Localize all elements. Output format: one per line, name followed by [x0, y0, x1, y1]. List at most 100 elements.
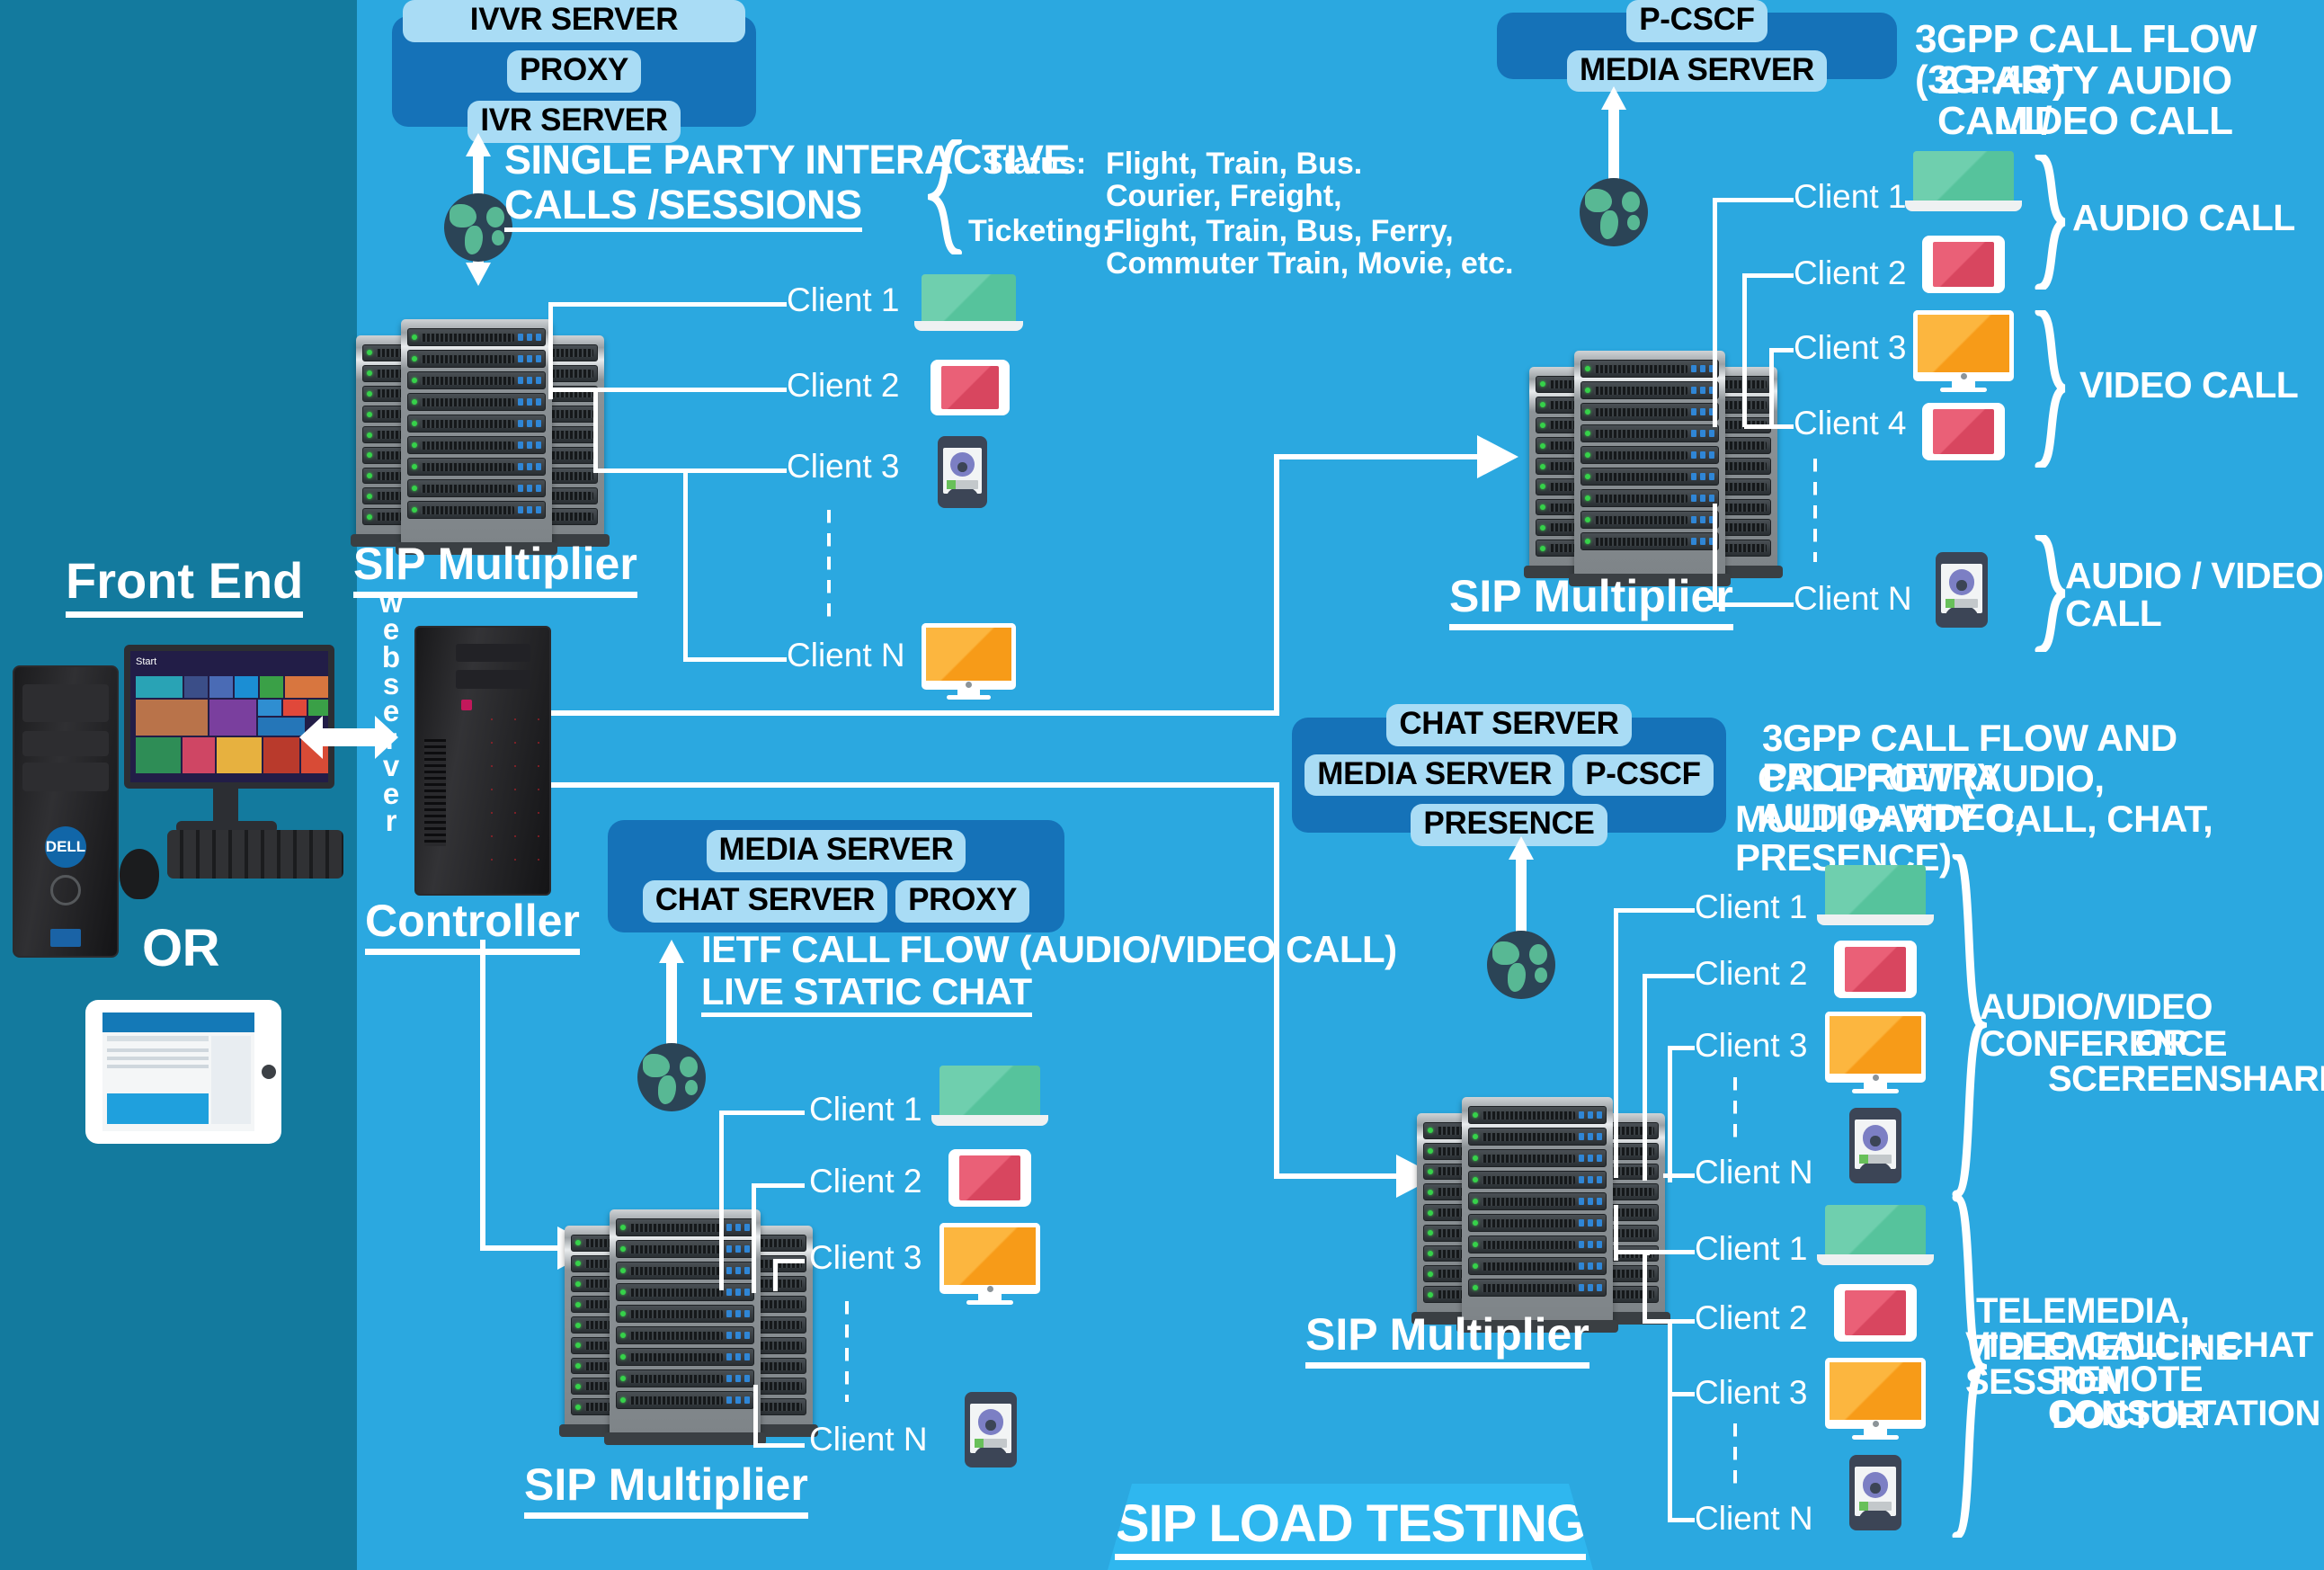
- single-party-flow-label-line2: CALLS /SESSIONS: [504, 184, 862, 232]
- ivvr-server-box: IVVR SERVER PROXY IVR SERVER: [392, 0, 756, 143]
- notes-ticketing-value-1: Flight, Train, Bus, Ferry,: [1106, 214, 1454, 248]
- sip-multiplier-title-bottomright: SIP Multiplier: [1305, 1308, 1589, 1369]
- media-chat-proxy-server-box: MEDIA SERVER CHAT SERVER PROXY: [608, 820, 1064, 932]
- pill-proxy[interactable]: PROXY: [506, 50, 642, 93]
- pcscf-media-server-box: P-CSCF MEDIA SERVER: [1497, 0, 1897, 93]
- client-ellipsis-dashes: [827, 510, 831, 618]
- connector-line: [719, 1111, 724, 1290]
- pill-p-cscf-br[interactable]: P-CSCF: [1572, 754, 1714, 797]
- client-label-br-lower-N: Client N: [1695, 1500, 1813, 1537]
- connector-line: [1643, 1253, 1647, 1321]
- ietf-flow-label-line1: IETF CALL FLOW (AUDIO/VIDEO CALL): [701, 928, 1397, 970]
- sip-multiplier-rack-topleft: [351, 319, 620, 555]
- client-label-topleft-N: Client N: [787, 637, 905, 673]
- connector-line: [1769, 348, 1794, 352]
- controller-to-topright-line: [551, 710, 1279, 716]
- client-ellipsis-dashes: [845, 1301, 849, 1402]
- client-label-bottomleft-2: Client 2: [809, 1163, 922, 1200]
- device-tablet-br-lower: [1834, 1284, 1917, 1342]
- device-monitor-topleft: [922, 623, 1016, 700]
- connector-line: [1713, 602, 1794, 607]
- pill-proxy-bl[interactable]: PROXY: [895, 880, 1030, 923]
- sip-load-testing-label: SIP LOAD TESTING: [1114, 1494, 1587, 1560]
- pill-chat-server-br[interactable]: CHAT SERVER: [1386, 703, 1632, 746]
- ietf-flow-label-line2: LIVE STATIC CHAT: [701, 972, 1032, 1017]
- client-label-br-upper-2: Client 2: [1695, 955, 1808, 992]
- front-end-or-label: OR: [142, 919, 220, 977]
- device-phone-br-upper: [1849, 1108, 1901, 1183]
- sip-multiplier-rack-bottomleft: [559, 1209, 829, 1445]
- brace-label-av-conference-3: SCEREENSHARE: [2048, 1059, 2324, 1099]
- connector-line: [548, 302, 553, 399]
- device-laptop-topright: [1905, 151, 2022, 219]
- device-phone-bottomleft: [965, 1392, 1017, 1467]
- connector-line: [719, 1111, 805, 1115]
- controller-to-bottomleft-line: [480, 1245, 561, 1251]
- connector-line: [1744, 424, 1794, 429]
- sip-multiplier-rack-topright: [1524, 351, 1794, 586]
- tablet-device-icon: [85, 1000, 281, 1144]
- globe-icon-topleft: [444, 193, 512, 262]
- connector-line: [1668, 1046, 1672, 1182]
- pill-media-server-br[interactable]: MEDIA SERVER: [1304, 754, 1565, 797]
- device-phone-br-lower: [1849, 1455, 1901, 1530]
- pill-ivvr-server[interactable]: IVVR SERVER: [403, 0, 745, 43]
- client-label-br-upper-1: Client 1: [1695, 888, 1808, 925]
- keyboard-icon: [167, 830, 343, 879]
- connector-line: [1668, 1046, 1695, 1050]
- brace-label-video-call: VIDEO CALL: [2079, 364, 2299, 406]
- connector-line: [593, 468, 787, 473]
- pill-p-cscf[interactable]: P-CSCF: [1626, 0, 1767, 42]
- controller-to-bottomright-line: [1274, 1173, 1400, 1179]
- connector-line: [752, 1183, 756, 1293]
- notes-ticketing-key: Ticketing:: [968, 214, 1112, 248]
- device-tablet-topleft: [930, 360, 1010, 415]
- client-label-br-upper-3: Client 3: [1695, 1027, 1808, 1064]
- brace-audio-video-call: [2035, 535, 2067, 652]
- chat-media-pcscf-presence-box: CHAT SERVER MEDIA SERVER P-CSCF PRESENCE: [1292, 703, 1726, 847]
- client-label-topright-4: Client 4: [1794, 405, 1907, 442]
- connector-line: [1668, 1319, 1672, 1396]
- connector-line: [1614, 908, 1618, 1178]
- notes-brace: [928, 139, 962, 254]
- connector-line: [1614, 1205, 1618, 1252]
- client-ellipsis-dashes: [1733, 1423, 1737, 1488]
- connector-line: [1614, 1250, 1695, 1254]
- connector-line: [1769, 348, 1774, 427]
- client-label-topright-1: Client 1: [1794, 178, 1907, 215]
- connector-line: [1668, 1392, 1672, 1522]
- client-label-topright-N: Client N: [1794, 580, 1912, 617]
- sip-multiplier-rack-bottomright: [1411, 1097, 1681, 1333]
- controller-to-bottomright-line: [551, 782, 1279, 788]
- pill-chat-server-bl[interactable]: CHAT SERVER: [642, 880, 888, 923]
- notes-status-value-1: Flight, Train, Bus.: [1106, 147, 1363, 181]
- sip-load-testing-banner: SIP LOAD TESTING: [1108, 1484, 1593, 1570]
- webserver-vertical-label: webserver: [379, 585, 403, 837]
- client-label-topleft-1: Client 1: [787, 281, 900, 318]
- connector-line: [593, 388, 598, 473]
- connector-line: [1614, 908, 1695, 913]
- device-laptop-topleft: [913, 274, 1024, 339]
- client-label-bottomleft-N: Client N: [809, 1421, 928, 1458]
- connector-line: [752, 1183, 805, 1188]
- sip-multiplier-title-topright: SIP Multiplier: [1449, 570, 1733, 630]
- pill-media-server-bl[interactable]: MEDIA SERVER: [706, 830, 966, 872]
- connector-line: [1643, 974, 1695, 978]
- client-label-br-lower-3: Client 3: [1695, 1374, 1808, 1411]
- connector-line: [1742, 273, 1794, 278]
- client-label-topleft-2: Client 2: [787, 367, 900, 404]
- connector-line: [1663, 1173, 1695, 1178]
- client-ellipsis-dashes: [1733, 1077, 1737, 1142]
- device-monitor-br-upper: [1825, 1012, 1926, 1094]
- controller-tower-icon: [414, 626, 551, 896]
- device-tablet-bottomleft: [948, 1149, 1031, 1207]
- connector-line: [1713, 198, 1794, 202]
- connector-line: [753, 1385, 758, 1448]
- client-label-topright-2: Client 2: [1794, 254, 1907, 291]
- bottomright-heading-line3: MULTI PARTY CALL, CHAT, PRESENCE): [1735, 798, 2213, 879]
- diagram-canvas: Front End DELL Start OR w e b s e r v e …: [0, 0, 2324, 1570]
- connector-line: [773, 1259, 805, 1263]
- brace-video-call: [2035, 310, 2067, 468]
- client-label-topleft-3: Client 3: [787, 448, 900, 485]
- brace-label-av-conference-2: OR: [2135, 1023, 2189, 1063]
